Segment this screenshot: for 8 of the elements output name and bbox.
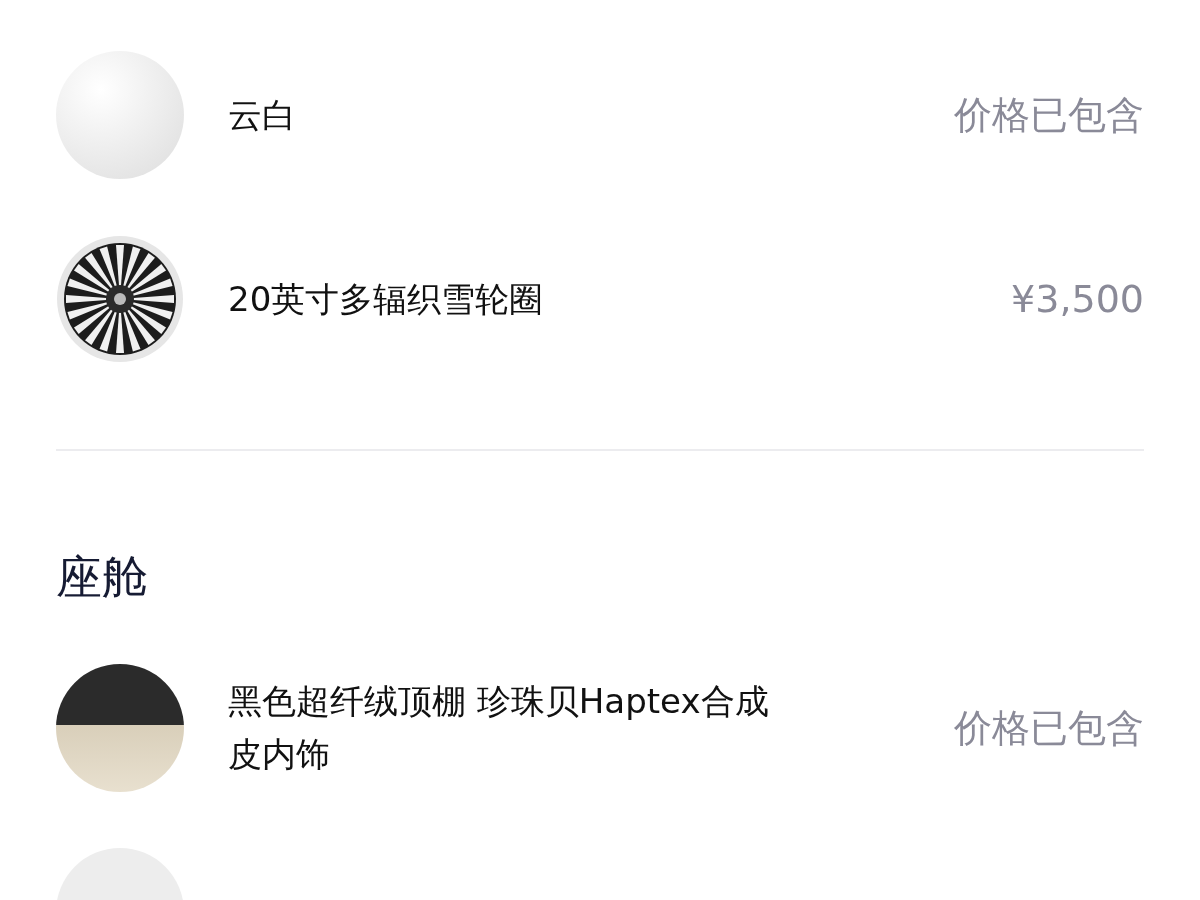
option-price: 价格已包含 (954, 91, 1144, 139)
option-name: 黑色超纤绒顶棚 珍珠贝Haptex合成皮内饰 (228, 680, 770, 776)
option-price: ¥3,500 (1011, 275, 1144, 323)
option-name: 云白 (228, 93, 297, 137)
wheel-icon (56, 235, 184, 363)
option-name: 20英寸多辐织雪轮圈 (228, 277, 545, 321)
option-price: 价格已包含 (954, 704, 1144, 752)
section-heading: 座舱 (56, 549, 149, 606)
